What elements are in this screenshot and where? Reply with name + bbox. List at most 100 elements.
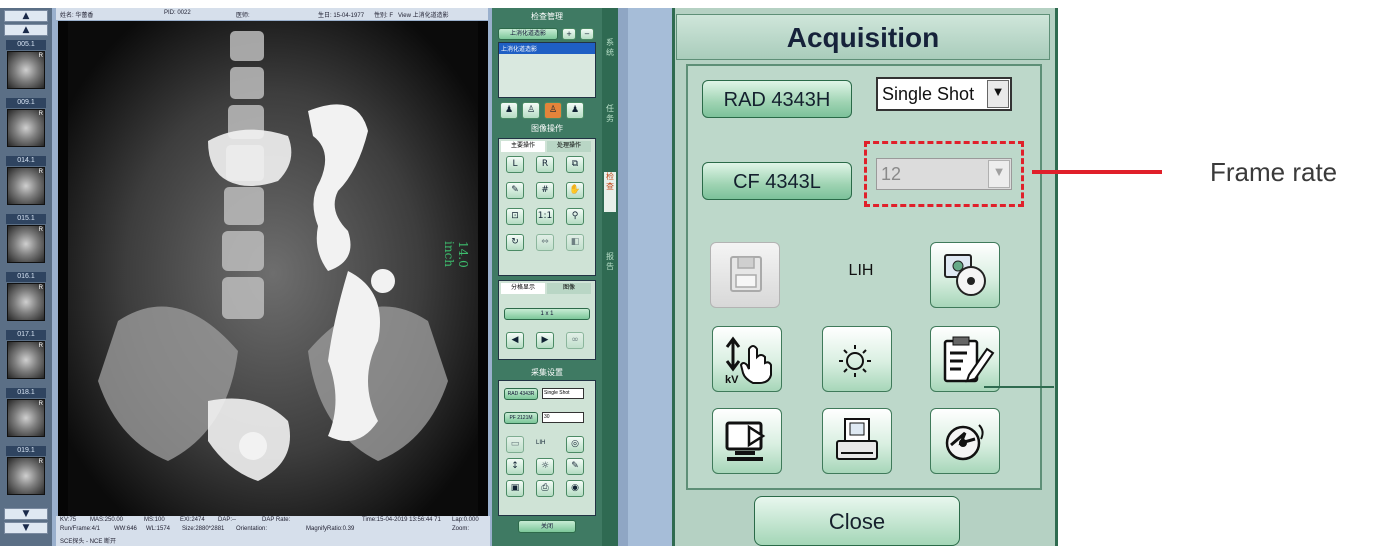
link-icon[interactable]: ∞ (566, 332, 584, 349)
thumbnail-label: 016.1 (6, 272, 46, 282)
print-button[interactable] (822, 408, 892, 474)
vtab-exam[interactable]: 检查 (604, 172, 616, 212)
thumbnail-column: ▲ ▲ 005.1 R 009.1 R 014.1 R 015.1 R 016.1 R 017.1 R… (0, 8, 52, 546)
xray-image[interactable]: 14.0 inch (58, 21, 488, 526)
rotate-icon[interactable]: ↻ (506, 234, 524, 251)
chevron-down-icon[interactable]: ▼ (987, 80, 1009, 108)
thumbnail-label: 018.1 (6, 388, 46, 398)
ruler-label: 14.0 inch (442, 241, 470, 268)
layout-1x1-button[interactable]: 1 x 1 (504, 308, 590, 320)
tab-process-operations[interactable]: 处理操作 (547, 141, 591, 152)
exi-value: EXI:2474 (180, 517, 205, 523)
birth-date: 生日: 15-04-1977 (318, 13, 365, 19)
export-icon-small[interactable]: ◎ (566, 436, 584, 453)
report-edit-button[interactable] (930, 326, 1000, 392)
exam-list[interactable]: 上消化道造影 (498, 42, 596, 98)
save-icon-small[interactable]: ▭ (506, 436, 524, 453)
save-icon (730, 256, 762, 292)
thumbnail-marker: R (38, 111, 43, 117)
pan-icon[interactable]: ✋ (566, 182, 584, 199)
tab-image[interactable]: 图像 (547, 283, 591, 294)
person-icon[interactable]: ♙ (522, 102, 540, 119)
zoom-icon[interactable]: ⚲ (566, 208, 584, 225)
brightness-icon-small[interactable]: ☼ (536, 458, 554, 475)
brightness-button[interactable] (822, 326, 892, 392)
tab-main-operations[interactable]: 主要操作 (501, 141, 545, 152)
thumbnail-label: 017.1 (6, 330, 46, 340)
viewer-screen: ▲ ▲ 005.1 R 009.1 R 014.1 R 015.1 R 016.1 R 017.1 R… (0, 8, 628, 546)
annotate-icon[interactable]: ✎ (506, 182, 524, 199)
exam-add-icon[interactable]: + (562, 28, 576, 40)
patient-name: 姓名: 华蕾香 (60, 13, 94, 19)
vtab-report[interactable]: 报告 (604, 252, 616, 272)
thumbnail-image[interactable]: R (7, 109, 45, 147)
disc-burn-icon (945, 424, 984, 461)
exam-select-button[interactable]: 上消化道造影 (498, 28, 558, 40)
lih-label-small: LIH (536, 440, 546, 446)
thumbnail-label: 019.1 (6, 446, 46, 456)
thumbnail-image[interactable]: R (7, 283, 45, 321)
frame-rate-highlight (864, 141, 1024, 207)
dap-rate: DAP Rate: (262, 517, 291, 523)
nav-first-button[interactable]: ▲ (4, 10, 48, 22)
fit-icon[interactable]: ⊡ (506, 208, 524, 225)
orientation: Orientation: (236, 526, 268, 532)
nav-last-button[interactable]: ▼ (4, 522, 48, 534)
rad-mode-select-small[interactable]: Single Shot (542, 388, 584, 399)
thumbnail-marker: R (38, 343, 43, 349)
display-button[interactable] (712, 408, 782, 474)
thumbnail-marker: R (38, 169, 43, 175)
flip-icon[interactable]: ⇔ (536, 234, 554, 251)
thumbnail-image[interactable]: R (7, 399, 45, 437)
report-icon-small[interactable]: ✎ (566, 458, 584, 475)
pf-rate-select-small[interactable]: 30 (542, 412, 584, 423)
burn-icon-small[interactable]: ◉ (566, 480, 584, 497)
thumbnail-image[interactable]: R (7, 457, 45, 495)
invert-icon[interactable]: ◧ (566, 234, 584, 251)
thumbnail-marker: R (38, 53, 43, 59)
thumbnail-label: 009.1 (6, 98, 46, 108)
brightness-icon (839, 345, 871, 377)
patient-icon[interactable]: ♟ (500, 102, 518, 119)
crop-icon[interactable]: ⧉ (566, 156, 584, 173)
nav-up-button[interactable]: ▲ (4, 24, 48, 36)
disc-burn-button[interactable] (930, 408, 1000, 474)
vtab-task[interactable]: 任务 (604, 104, 616, 124)
actual-size-icon[interactable]: 1:1 (536, 208, 554, 225)
kv-icon-small[interactable]: ↕ (506, 458, 524, 475)
thumbnail-marker: R (38, 401, 43, 407)
grid-icon[interactable]: # (536, 182, 554, 199)
thumbnail-marker: R (38, 459, 43, 465)
annotation-pointer (1032, 170, 1162, 174)
vtab-system[interactable]: 系统 (604, 38, 616, 58)
nav-down-button[interactable]: ▼ (4, 508, 48, 520)
rad-button-small[interactable]: RAD 4343R (504, 388, 538, 400)
pf-button-small[interactable]: PF 2121M (504, 412, 538, 424)
person-alt-icon[interactable]: ♟ (566, 102, 584, 119)
rad-mode-select[interactable]: Single Shot ▼ (876, 77, 1012, 111)
tab-split-display[interactable]: 分格显示 (501, 283, 545, 294)
rad-detector-button[interactable]: RAD 4343H (702, 80, 852, 118)
exam-remove-icon[interactable]: − (580, 28, 594, 40)
right-marker-icon[interactable]: R (536, 156, 554, 173)
close-button-small[interactable]: 关闭 (518, 520, 576, 533)
save-button[interactable] (710, 242, 780, 308)
lap-value: Lap:0.000 (452, 517, 479, 523)
thumbnail-image[interactable]: R (7, 51, 45, 89)
window-width: WW:646 (114, 526, 137, 532)
exam-list-item[interactable]: 上消化道造影 (499, 43, 595, 54)
person-active-icon[interactable]: ♙ (544, 102, 562, 119)
next-page-icon[interactable]: ▶ (536, 332, 554, 349)
thumbnail-image[interactable]: R (7, 341, 45, 379)
thumbnail-image[interactable]: R (7, 225, 45, 263)
thumbnail-image[interactable]: R (7, 167, 45, 205)
cf-detector-button[interactable]: CF 4343L (702, 162, 852, 200)
image-export-button[interactable] (930, 242, 1000, 308)
prev-page-icon[interactable]: ◀ (506, 332, 524, 349)
kv-adjust-button[interactable]: kV (712, 326, 782, 392)
left-marker-icon[interactable]: L (506, 156, 524, 173)
close-button[interactable]: Close (754, 496, 960, 546)
print-icon-small[interactable]: ⎙ (536, 480, 554, 497)
window-level: WL:1574 (146, 526, 171, 532)
display-icon-small[interactable]: ▣ (506, 480, 524, 497)
